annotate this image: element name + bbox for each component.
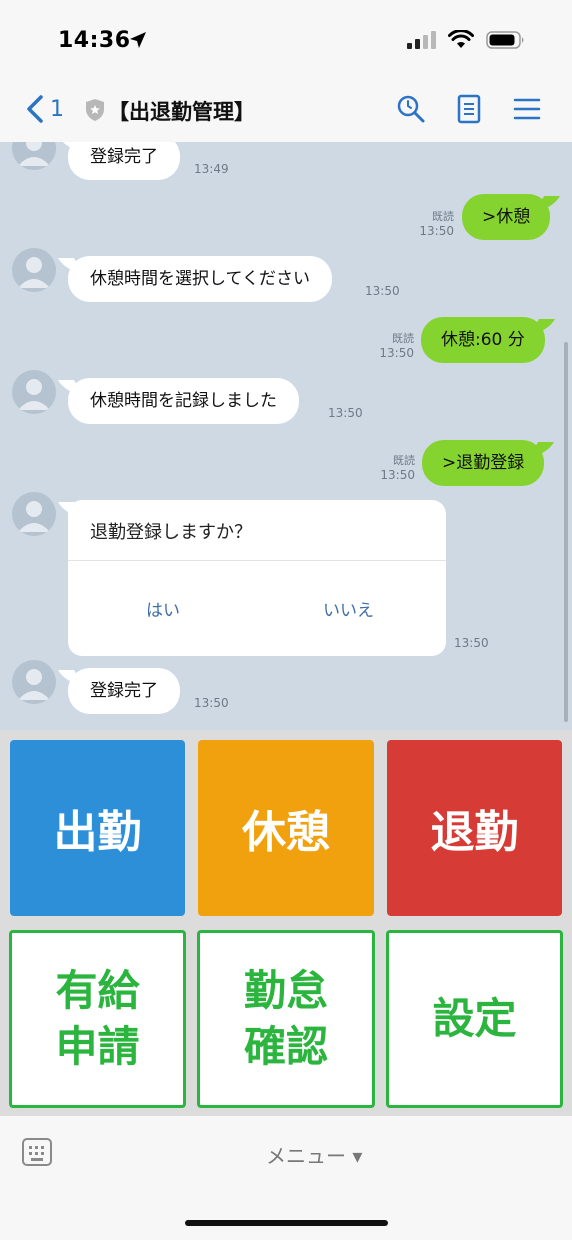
read-label: 既読 <box>393 454 415 467</box>
paid-leave-label-line1: 有給 <box>55 966 140 1015</box>
search-button[interactable] <box>396 94 426 124</box>
message-bubble: 登録完了 <box>68 668 180 714</box>
menu-toggle[interactable]: メニュー ▾ <box>266 1140 362 1169</box>
message-bubble: 登録完了 <box>68 142 180 180</box>
message-bubble: 休憩時間を選択してください <box>68 256 332 302</box>
keyboard-icon[interactable] <box>22 1138 52 1166</box>
message-time: 13:50 <box>365 284 400 298</box>
clock-in-button[interactable]: 出勤 <box>10 740 185 916</box>
hamburger-icon <box>513 98 541 120</box>
sent-message-bubble: 休憩:60 分 <box>421 317 545 363</box>
read-receipt: 既読 13:50 <box>416 208 454 238</box>
unread-count: 1 <box>50 96 64 122</box>
location-arrow-icon <box>130 32 146 48</box>
rich-menu: 出勤 休憩 退勤 有給 申請 勤怠 確認 設定 <box>0 730 572 1116</box>
battery-icon <box>486 31 524 49</box>
paid-leave-button[interactable]: 有給 申請 <box>9 930 186 1108</box>
message-time: 13:50 <box>380 468 415 482</box>
read-label: 既読 <box>392 332 414 345</box>
chat-title: 【出退勤管理】 <box>108 100 255 124</box>
settings-label: 設定 <box>432 994 517 1043</box>
shield-icon <box>86 99 104 121</box>
chevron-left-icon <box>27 95 43 123</box>
home-indicator[interactable] <box>185 1220 388 1226</box>
avatar <box>12 370 56 414</box>
confirm-question: 退勤登録しますか？ <box>90 522 252 543</box>
read-receipt: 既読 13:50 <box>377 452 415 482</box>
sent-message-bubble: >退勤登録 <box>422 440 545 486</box>
yes-button[interactable]: はい <box>146 596 180 621</box>
no-button[interactable]: いいえ <box>323 596 374 621</box>
clock-out-label: 退勤 <box>430 807 519 858</box>
message-time: 13:50 <box>379 346 414 360</box>
avatar <box>12 492 56 536</box>
document-icon <box>457 94 481 124</box>
search-icon <box>397 95 425 123</box>
message-time: 13:49 <box>194 162 229 176</box>
back-button[interactable]: 1 <box>26 94 64 124</box>
menu-button[interactable] <box>512 94 542 124</box>
bottom-bar: メニュー ▾ <box>0 1116 572 1240</box>
attendance-label-line2: 確認 <box>243 1022 328 1071</box>
nav-bar: 1 【出退勤管理】 <box>0 84 572 142</box>
avatar <box>12 660 56 704</box>
cellular-signal-icon <box>407 31 436 49</box>
divider <box>68 560 446 561</box>
attendance-label-line1: 勤怠 <box>243 966 328 1015</box>
read-receipt: 既読 13:50 <box>376 330 414 360</box>
status-bar: 14:36 <box>0 0 572 84</box>
message-bubble: 休憩時間を記録しました <box>68 378 299 424</box>
break-label: 休憩 <box>242 807 330 858</box>
clock-out-button[interactable]: 退勤 <box>387 740 562 916</box>
settings-button[interactable]: 設定 <box>386 930 563 1108</box>
paid-leave-label-line2: 申請 <box>55 1022 140 1071</box>
attendance-check-button[interactable]: 勤怠 確認 <box>197 930 375 1108</box>
message-time: 13:50 <box>194 696 229 710</box>
message-time: 13:50 <box>454 636 489 650</box>
avatar <box>12 248 56 292</box>
avatar <box>12 142 56 170</box>
break-button[interactable]: 休憩 <box>198 740 374 916</box>
clock-in-label: 出勤 <box>53 807 142 858</box>
confirm-card: 退勤登録しますか？ はい いいえ <box>68 500 446 656</box>
scrollbar[interactable] <box>564 342 568 722</box>
wifi-icon <box>448 30 474 48</box>
message-time: 13:50 <box>328 406 363 420</box>
notes-button[interactable] <box>454 94 484 124</box>
status-time: 14:36 <box>58 28 131 53</box>
message-time: 13:50 <box>419 224 454 238</box>
sent-message-bubble: >休憩 <box>462 194 551 240</box>
read-label: 既読 <box>432 210 454 223</box>
chat-area[interactable]: 登録完了 13:49 既読 13:50 >休憩 休憩時間を選択してください 13… <box>0 142 572 730</box>
